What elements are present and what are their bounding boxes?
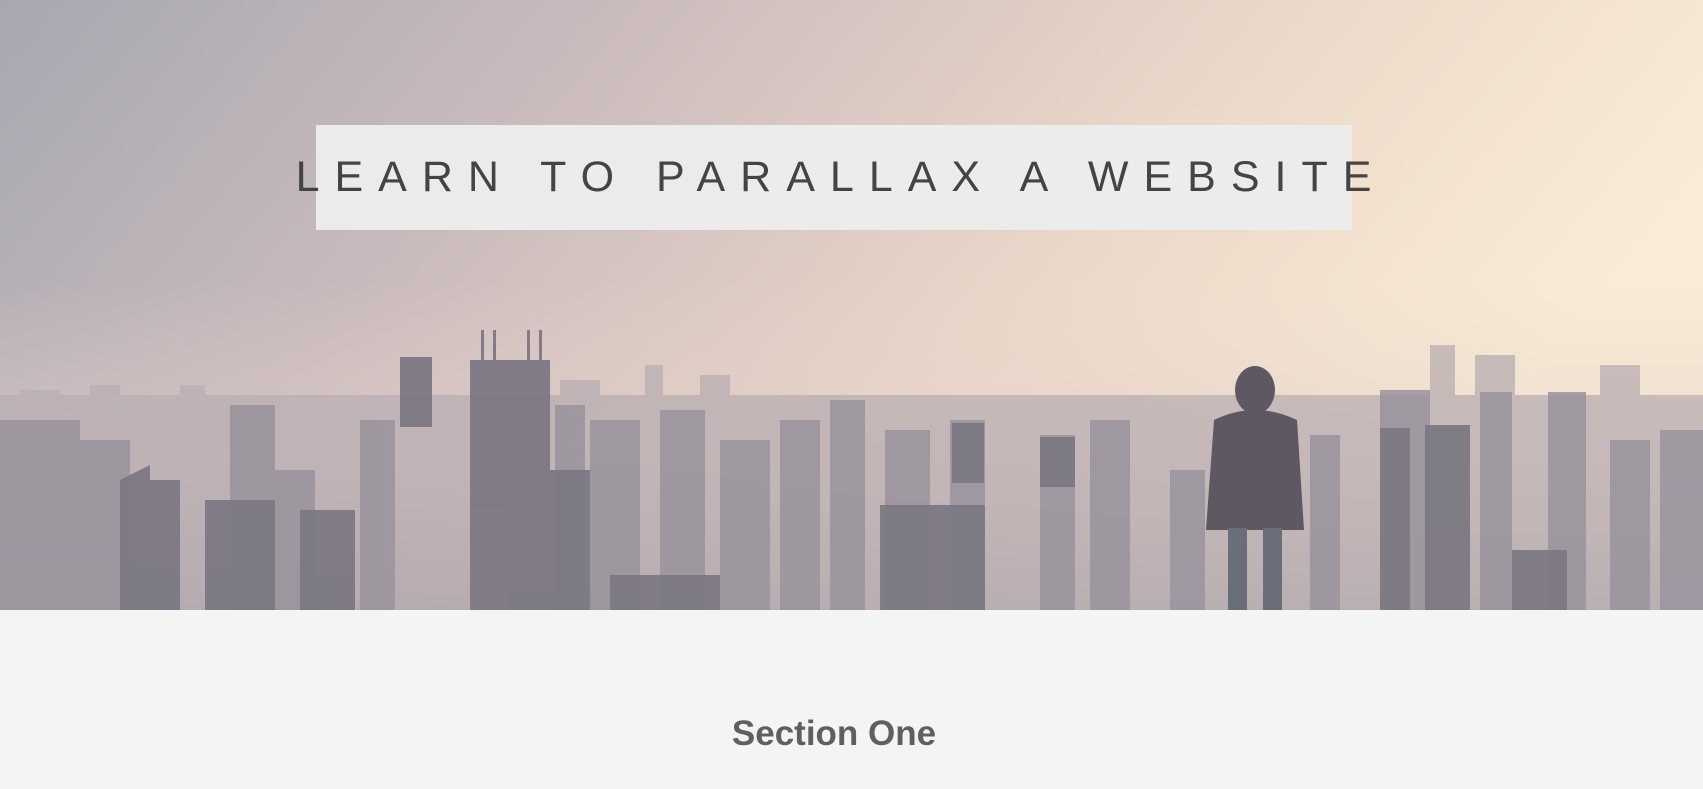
parallax-hero: LEARN TO PARALLAX A WEBSITE — [0, 0, 1703, 610]
city-skyline-image — [0, 0, 1703, 610]
section-one: Section One — [0, 610, 1703, 789]
hero-title-box: LEARN TO PARALLAX A WEBSITE — [296, 125, 1371, 230]
hero-title: LEARN TO PARALLAX A WEBSITE — [295, 153, 1387, 201]
section-one-heading: Section One — [731, 714, 937, 753]
